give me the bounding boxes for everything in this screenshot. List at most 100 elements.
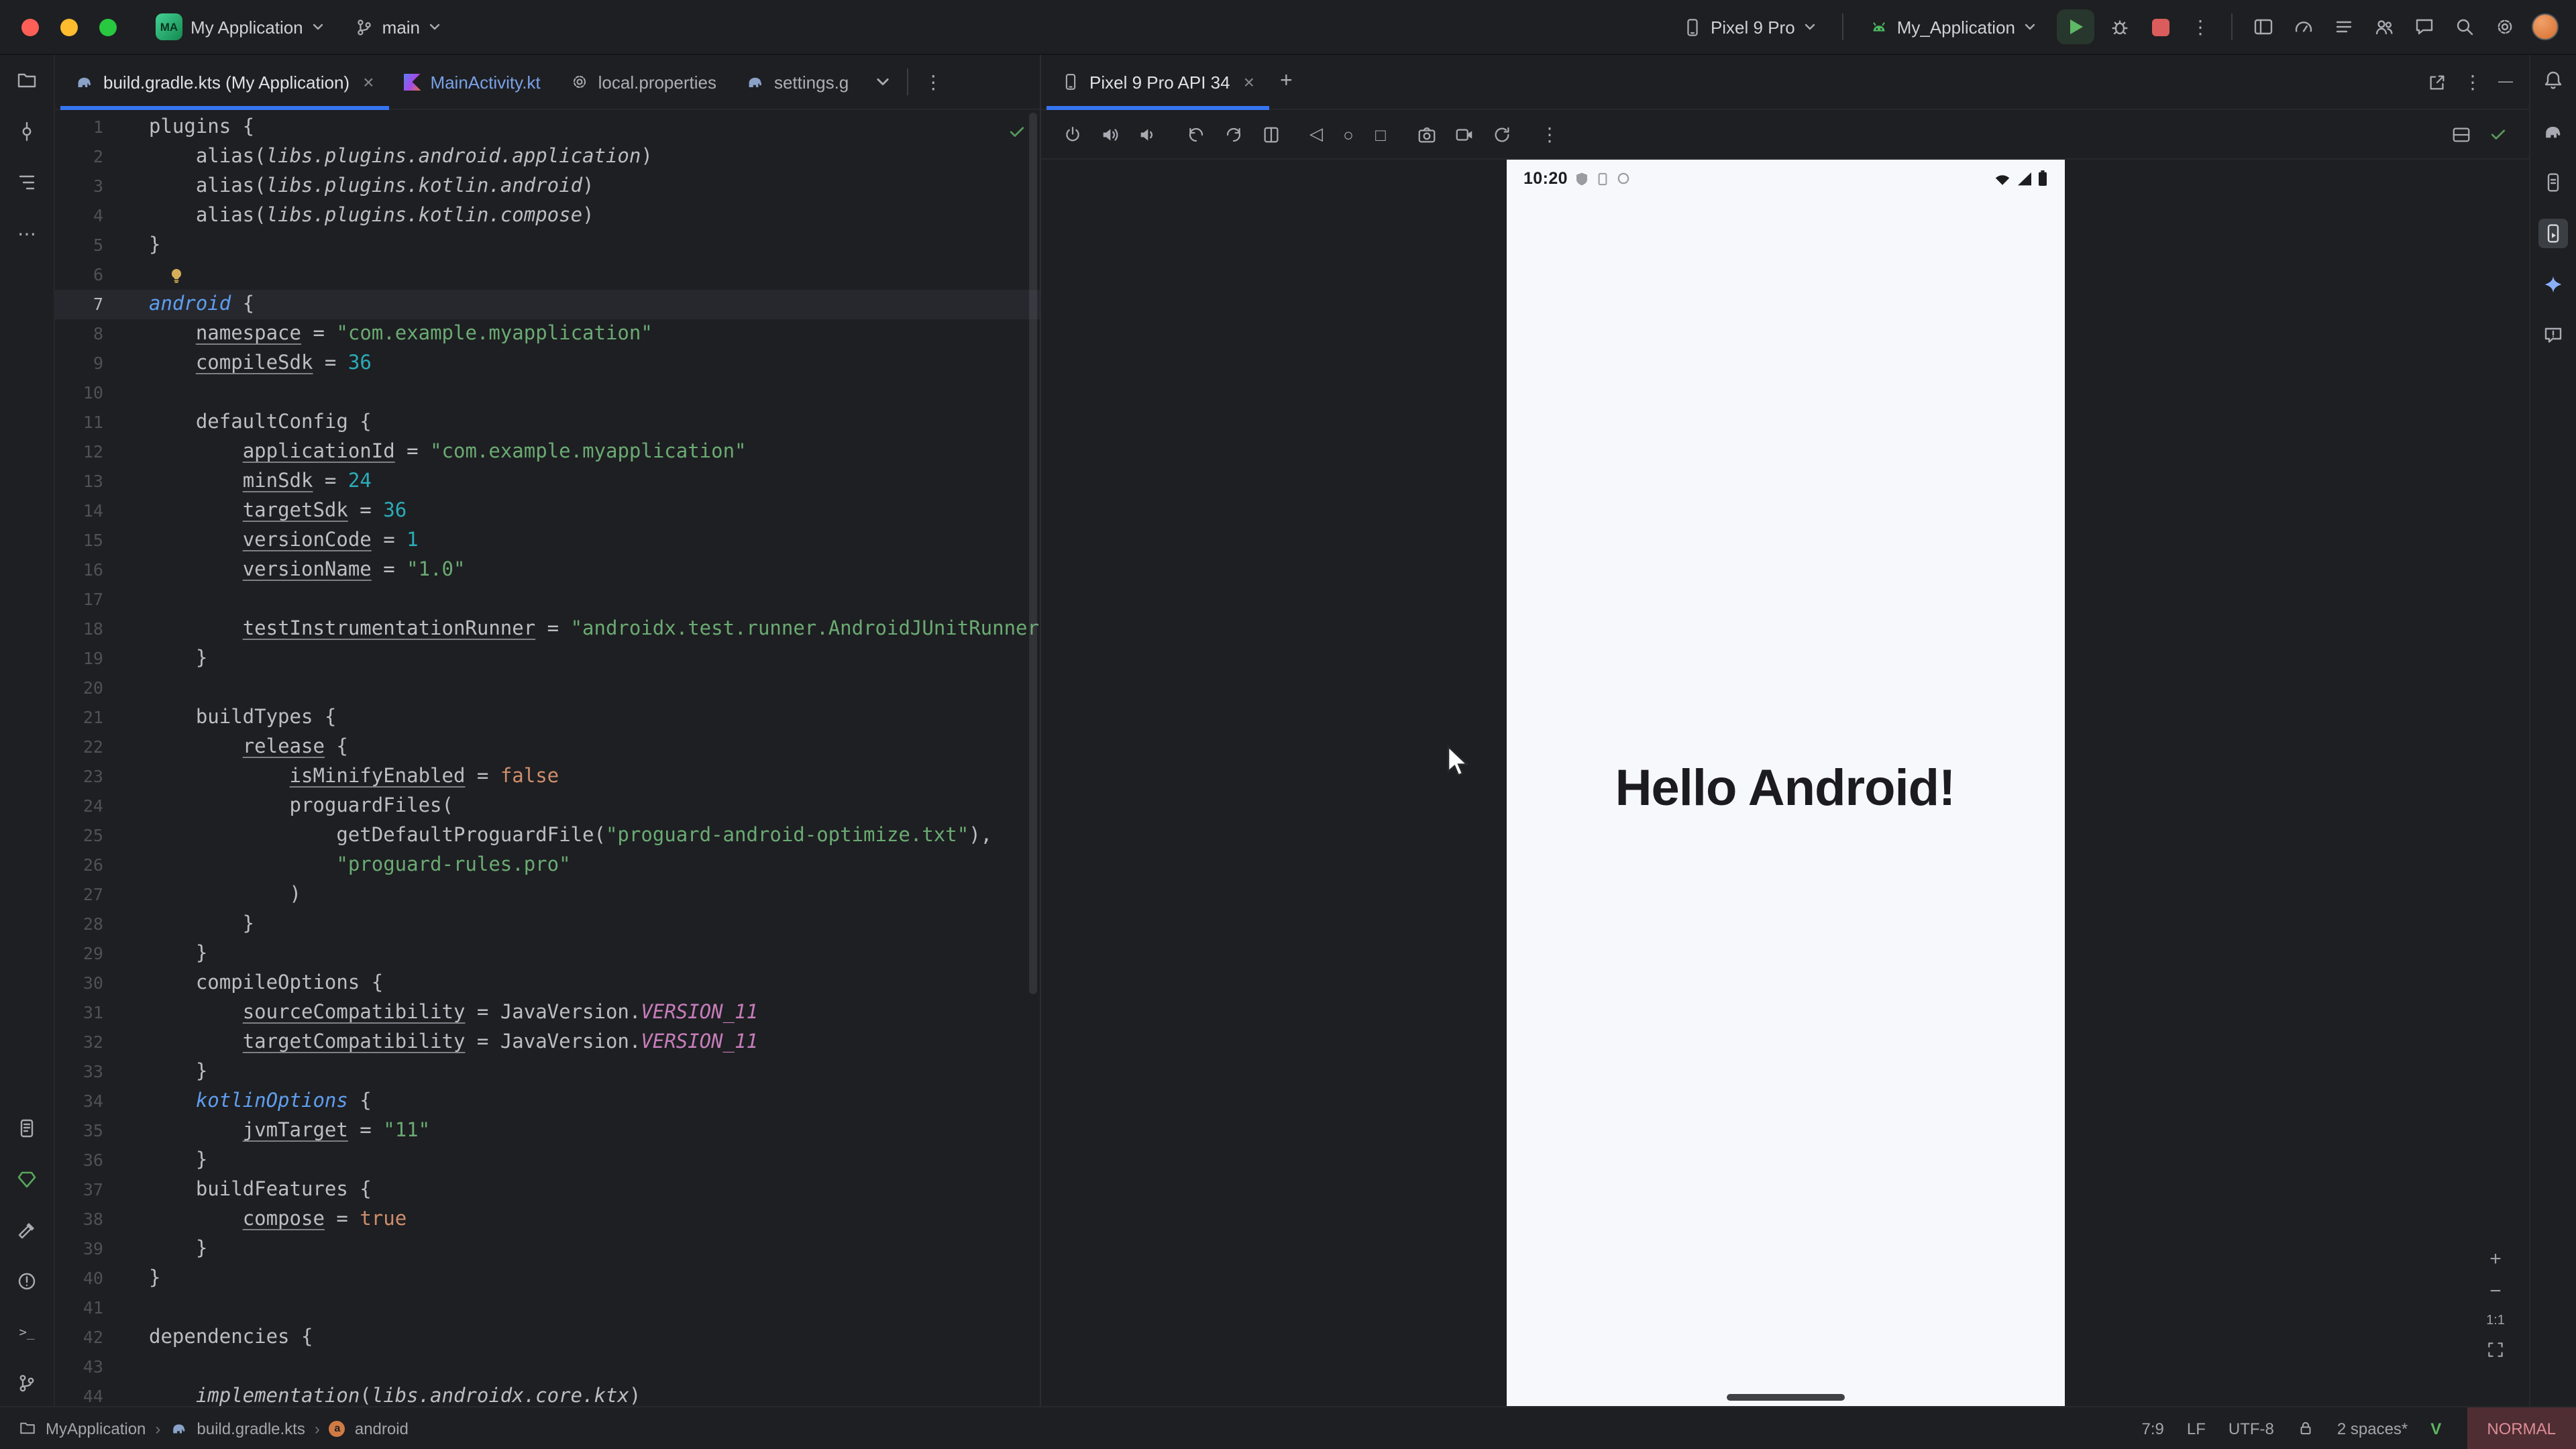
- code-line-7[interactable]: 7android {: [55, 290, 1040, 319]
- more-tool-windows-button[interactable]: ⋯: [12, 219, 42, 248]
- screen-record-button[interactable]: [1449, 119, 1479, 149]
- line-number[interactable]: 8: [55, 319, 103, 349]
- line-number[interactable]: 2: [55, 142, 103, 172]
- vcs-branch-selector[interactable]: main: [345, 11, 451, 42]
- code-line-22[interactable]: 22 release {: [55, 733, 1040, 762]
- line-number[interactable]: 6: [55, 260, 103, 290]
- line-number[interactable]: 33: [55, 1057, 103, 1087]
- android-home-button[interactable]: ○: [1336, 124, 1360, 144]
- notifications-button[interactable]: [2538, 66, 2568, 95]
- zoom-fit-icon[interactable]: [2486, 1340, 2505, 1359]
- code-line-33[interactable]: 33 }: [55, 1057, 1040, 1087]
- device-power-button[interactable]: [1057, 119, 1087, 149]
- app-insights-tool-button[interactable]: [2538, 321, 2568, 350]
- line-number[interactable]: 29: [55, 939, 103, 969]
- hidden-tabs-chevron-icon[interactable]: [874, 74, 890, 90]
- code-line-2[interactable]: 2 alias(libs.plugins.android.application…: [55, 142, 1040, 172]
- line-number[interactable]: 16: [55, 555, 103, 585]
- code-line-3[interactable]: 3 alias(libs.plugins.kotlin.android): [55, 172, 1040, 201]
- code-line-9[interactable]: 9 compileSdk = 36: [55, 349, 1040, 378]
- code-editor[interactable]: 1plugins {2 alias(libs.plugins.android.a…: [55, 110, 1040, 1406]
- panel-options-icon[interactable]: ⋮: [2463, 72, 2482, 91]
- close-icon[interactable]: ×: [1244, 72, 1254, 91]
- line-number[interactable]: 43: [55, 1352, 103, 1382]
- line-number[interactable]: 39: [55, 1234, 103, 1264]
- close-icon[interactable]: ×: [363, 72, 374, 91]
- line-number[interactable]: 34: [55, 1087, 103, 1116]
- project-selector[interactable]: MA My Application: [146, 8, 334, 46]
- display-mode-button[interactable]: [2446, 119, 2475, 149]
- project-tool-button[interactable]: [12, 66, 42, 95]
- hide-panel-icon[interactable]: —: [2498, 74, 2513, 89]
- stop-button[interactable]: [2145, 12, 2175, 42]
- code-line-11[interactable]: 11 defaultConfig {: [55, 408, 1040, 437]
- code-line-44[interactable]: 44 implementation(libs.androidx.core.ktx…: [55, 1382, 1040, 1406]
- rotate-left-button[interactable]: [1181, 119, 1210, 149]
- line-separator-widget[interactable]: LF: [2187, 1419, 2206, 1438]
- gesture-navigation-bar[interactable]: [1726, 1394, 1844, 1401]
- code-line-30[interactable]: 30 compileOptions {: [55, 969, 1040, 998]
- line-number[interactable]: 30: [55, 969, 103, 998]
- line-number[interactable]: 11: [55, 408, 103, 437]
- line-number[interactable]: 22: [55, 733, 103, 762]
- crumb-element[interactable]: android: [355, 1419, 409, 1438]
- code-line-17[interactable]: 17: [55, 585, 1040, 614]
- run-button[interactable]: [2057, 9, 2094, 44]
- code-line-14[interactable]: 14 targetSdk = 36: [55, 496, 1040, 526]
- code-line-20[interactable]: 20: [55, 674, 1040, 703]
- code-line-41[interactable]: 41: [55, 1293, 1040, 1323]
- code-line-42[interactable]: 42dependencies {: [55, 1323, 1040, 1352]
- line-number[interactable]: 13: [55, 467, 103, 496]
- line-number[interactable]: 31: [55, 998, 103, 1028]
- line-number[interactable]: 17: [55, 585, 103, 614]
- code-line-37[interactable]: 37 buildFeatures {: [55, 1175, 1040, 1205]
- code-line-16[interactable]: 16 versionName = "1.0": [55, 555, 1040, 585]
- zoom-out-button[interactable]: −: [2489, 1281, 2502, 1301]
- device-explorer-tool-button[interactable]: [2538, 168, 2568, 197]
- code-with-me-button[interactable]: [2369, 12, 2399, 42]
- line-number[interactable]: 41: [55, 1293, 103, 1323]
- code-line-28[interactable]: 28 }: [55, 910, 1040, 939]
- readonly-lock-icon[interactable]: [2297, 1419, 2314, 1437]
- add-device-tab-icon[interactable]: +: [1280, 71, 1293, 93]
- build-tool-button[interactable]: [12, 1216, 42, 1245]
- android-overview-button[interactable]: □: [1368, 124, 1393, 144]
- volume-up-button[interactable]: [1095, 119, 1124, 149]
- code-line-25[interactable]: 25 getDefaultProguardFile("proguard-andr…: [55, 821, 1040, 851]
- line-number[interactable]: 40: [55, 1264, 103, 1293]
- emulator-screen[interactable]: 10:20 Hello Android!: [1506, 160, 2064, 1406]
- line-number[interactable]: 28: [55, 910, 103, 939]
- search-everywhere-button[interactable]: [2450, 12, 2479, 42]
- line-number[interactable]: 12: [55, 437, 103, 467]
- line-number[interactable]: 23: [55, 762, 103, 792]
- gemini-tool-button[interactable]: [2538, 270, 2568, 299]
- code-line-26[interactable]: 26 "proguard-rules.pro": [55, 851, 1040, 880]
- problems-tool-button[interactable]: [12, 1267, 42, 1296]
- line-number[interactable]: 9: [55, 349, 103, 378]
- terminal-tool-button[interactable]: >_: [12, 1318, 42, 1347]
- code-line-27[interactable]: 27 ): [55, 880, 1040, 910]
- device-selector[interactable]: Pixel 9 Pro: [1673, 11, 1826, 42]
- version-control-tool-button[interactable]: [12, 1368, 42, 1398]
- tab-build-gradle[interactable]: build.gradle.kts (My Application) ×: [60, 55, 388, 109]
- code-line-10[interactable]: 10: [55, 378, 1040, 408]
- device-more-actions-button[interactable]: ⋮: [1535, 119, 1564, 149]
- caret-position-widget[interactable]: 7:9: [2141, 1419, 2163, 1438]
- resource-manager-tool-button[interactable]: [12, 1165, 42, 1194]
- code-line-6[interactable]: 6: [55, 260, 1040, 290]
- android-back-button[interactable]: ◁: [1304, 123, 1328, 145]
- code-line-36[interactable]: 36 }: [55, 1146, 1040, 1175]
- ideavim-icon[interactable]: V: [2430, 1419, 2441, 1438]
- line-number[interactable]: 4: [55, 201, 103, 231]
- line-number[interactable]: 21: [55, 703, 103, 733]
- structure-tool-button[interactable]: [12, 168, 42, 197]
- code-line-18[interactable]: 18 testInstrumentationRunner = "androidx…: [55, 614, 1040, 644]
- crumb-project[interactable]: MyApplication: [46, 1419, 146, 1438]
- code-line-12[interactable]: 12 applicationId = "com.example.myapplic…: [55, 437, 1040, 467]
- tab-local-properties[interactable]: local.properties: [555, 55, 731, 109]
- line-number[interactable]: 24: [55, 792, 103, 821]
- code-line-23[interactable]: 23 isMinifyEnabled = false: [55, 762, 1040, 792]
- line-number[interactable]: 7: [55, 290, 103, 319]
- line-number[interactable]: 44: [55, 1382, 103, 1406]
- line-number[interactable]: 42: [55, 1323, 103, 1352]
